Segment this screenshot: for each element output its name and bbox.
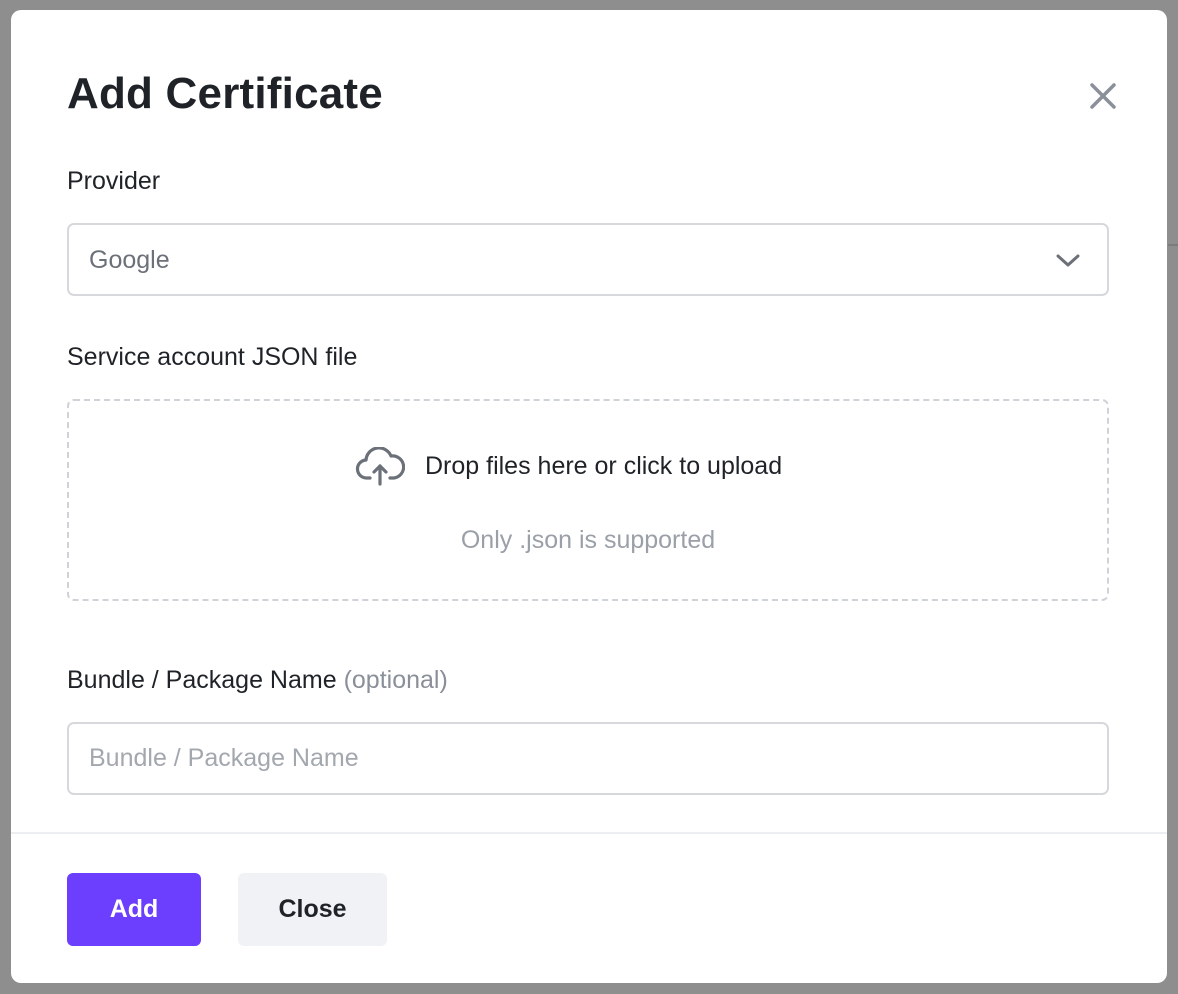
dropzone-text: Drop files here or click to upload — [425, 452, 783, 480]
bundle-name-label: Bundle / Package Name (optional) — [67, 665, 448, 695]
close-button[interactable]: Close — [238, 873, 387, 946]
chevron-down-icon — [1055, 249, 1081, 271]
provider-selected-value: Google — [89, 246, 170, 274]
provider-label: Provider — [67, 167, 161, 195]
bundle-name-input[interactable] — [67, 722, 1109, 795]
provider-select[interactable]: Google — [67, 223, 1109, 296]
footer-divider — [11, 832, 1167, 834]
cloud-upload-icon — [355, 446, 406, 487]
optional-tag: (optional) — [343, 666, 448, 694]
json-file-dropzone[interactable]: Drop files here or click to upload Only … — [67, 399, 1109, 601]
close-icon[interactable] — [1085, 78, 1121, 114]
dropzone-hint: Only .json is supported — [460, 526, 716, 554]
bundle-name-label-text: Bundle / Package Name — [67, 666, 337, 694]
service-account-label: Service account JSON file — [67, 343, 358, 371]
dialog-title: Add Certificate — [67, 69, 383, 118]
add-certificate-dialog: Add Certificate Provider Google Service … — [11, 10, 1167, 983]
background-page-edge — [1168, 244, 1178, 246]
add-button[interactable]: Add — [67, 873, 201, 946]
